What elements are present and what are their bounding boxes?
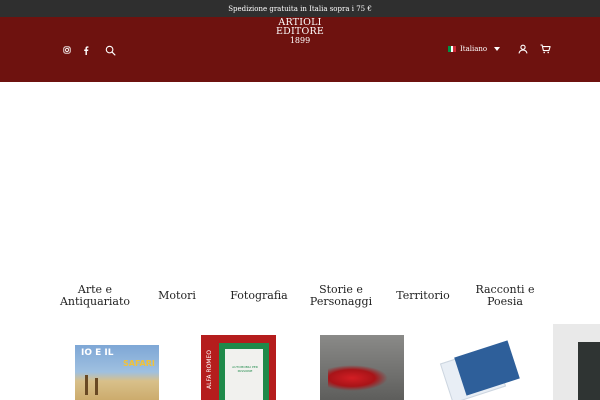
- category-storie-personaggi[interactable]: Storie e Personaggi: [301, 284, 381, 308]
- caret-down-icon: [494, 47, 501, 51]
- book-cover-arte[interactable]: IO E IL SAFARI: [75, 345, 159, 400]
- book-title: IO E IL: [81, 348, 114, 358]
- facebook-icon[interactable]: [81, 45, 91, 55]
- category-racconti-poesia[interactable]: Racconti e Poesia: [465, 284, 545, 308]
- announcement-bar: Spedizione gratuita in Italia sopra i 75…: [0, 0, 600, 17]
- giraffe-shape: [85, 375, 88, 395]
- category-territorio[interactable]: Territorio: [383, 290, 463, 302]
- language-selector[interactable]: Italiano: [448, 45, 501, 53]
- category-fotografia[interactable]: Fotografia: [219, 290, 299, 302]
- category-motori[interactable]: Motori: [137, 290, 217, 302]
- giraffe-shape: [95, 378, 98, 395]
- book-cover-territorio[interactable]: [553, 324, 600, 400]
- category-arte-antiquariato[interactable]: Arte e Antiquariato: [55, 284, 135, 308]
- header-right-controls: Italiano: [448, 44, 551, 54]
- book-cover-storie[interactable]: [437, 340, 522, 400]
- book-subtitle: SAFARI: [123, 359, 155, 368]
- open-page: [454, 340, 520, 396]
- book-cover-motori[interactable]: ALFA ROMEO AUTOMOBILI PER PASSIONE: [201, 335, 276, 400]
- book-spine-text: ALFA ROMEO: [206, 350, 213, 390]
- logo-line-2: EDITORE: [276, 26, 324, 37]
- logo-line-3: 1899: [289, 36, 311, 45]
- site-header: ARTIOLI EDITORE 1899 Italiano: [0, 17, 600, 82]
- announcement-text: Spedizione gratuita in Italia sopra i 75…: [228, 4, 372, 13]
- user-icon[interactable]: [518, 44, 528, 54]
- header-left-icons: [62, 44, 116, 56]
- hero-banner: [0, 82, 600, 262]
- book-cover-dark: [578, 342, 600, 400]
- search-icon[interactable]: [104, 44, 116, 56]
- cart-icon[interactable]: [540, 44, 551, 54]
- motorcycle-image: [328, 365, 388, 391]
- book-caption: AUTOMOBILI PER PASSIONE: [232, 365, 258, 373]
- site-logo[interactable]: ARTIOLI EDITORE 1899: [270, 18, 330, 54]
- cover-panel: [225, 349, 263, 400]
- language-label: Italiano: [460, 45, 488, 53]
- italy-flag-icon: [448, 46, 457, 52]
- book-cover-fotografia[interactable]: [320, 335, 404, 400]
- category-nav: Arte e Antiquariato Motori Fotografia St…: [0, 282, 600, 314]
- instagram-icon[interactable]: [62, 45, 72, 55]
- category-thumbnails: IO E IL SAFARI ALFA ROMEO AUTOMOBILI PER…: [0, 322, 600, 400]
